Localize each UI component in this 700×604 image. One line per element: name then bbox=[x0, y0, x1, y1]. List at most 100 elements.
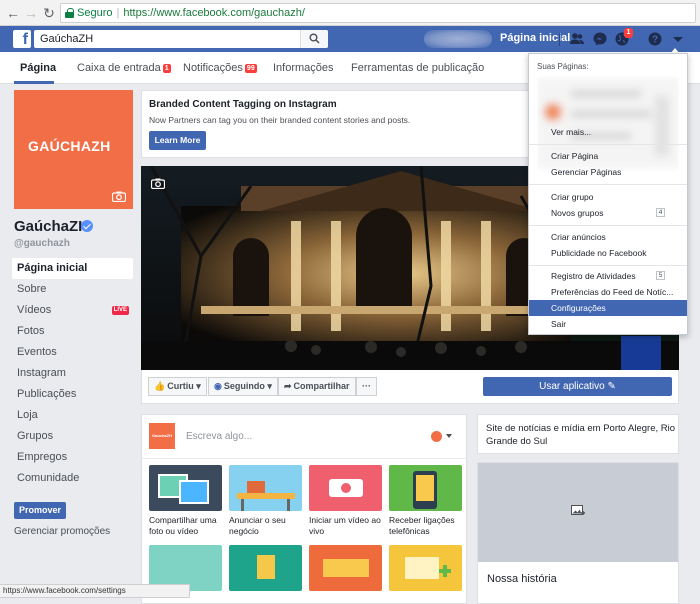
menu-item-advertising[interactable]: Publicidade no Facebook bbox=[529, 245, 687, 261]
facebook-logo-icon[interactable]: f bbox=[13, 30, 31, 48]
menu-item-new-groups[interactable]: Novos grupos 4 bbox=[529, 205, 687, 221]
menu-separator bbox=[529, 265, 687, 266]
photo-video-illustration-icon bbox=[149, 465, 222, 511]
menu-item-see-more[interactable]: Ver mais... bbox=[529, 124, 687, 140]
menu-item-activity-log[interactable]: Registro de Atividades 5 bbox=[529, 268, 687, 284]
left-nav-label: Loja bbox=[17, 409, 38, 421]
pencil-icon: ✎ bbox=[607, 381, 616, 392]
add-photo-icon[interactable] bbox=[571, 505, 585, 517]
live-video-illustration-icon bbox=[309, 465, 382, 511]
menu-item-create-ads[interactable]: Criar anúncios bbox=[529, 229, 687, 245]
url-text: https://www.facebook.com/gauchazh/ bbox=[123, 7, 305, 19]
menu-item-label: Gerenciar Páginas bbox=[551, 167, 622, 177]
left-nav-home[interactable]: Página inicial bbox=[12, 258, 133, 279]
tab-label: Caixa de entrada bbox=[77, 62, 161, 74]
user-profile-link[interactable] bbox=[424, 30, 492, 48]
change-cover-camera-icon[interactable] bbox=[151, 178, 165, 189]
verified-badge-icon bbox=[81, 220, 93, 232]
card-share-photo[interactable]: Compartilhar uma foto ou vídeo bbox=[149, 465, 223, 537]
identity-caret-icon[interactable] bbox=[446, 434, 452, 438]
promote-button[interactable]: Promover bbox=[14, 502, 66, 519]
card-label: Compartilhar uma foto ou vídeo bbox=[149, 515, 217, 536]
card-more-4[interactable] bbox=[389, 545, 463, 591]
left-nav-label: Vídeos bbox=[17, 304, 52, 316]
help-icon[interactable]: ? bbox=[647, 31, 663, 47]
notifications-badge: 99 bbox=[244, 64, 257, 73]
profile-picture[interactable]: GAÚCHAZH bbox=[14, 90, 133, 209]
card-go-live[interactable]: Iniciar um vídeo ao vivo bbox=[309, 465, 383, 537]
page-title[interactable]: GaúchaZH bbox=[14, 218, 89, 235]
tab-page[interactable]: Página bbox=[20, 62, 56, 74]
card-more-3[interactable] bbox=[309, 545, 383, 591]
left-nav-label: Comunidade bbox=[17, 472, 80, 484]
page-handle[interactable]: @gauchazh bbox=[14, 238, 70, 249]
rss-icon: ◉ bbox=[214, 381, 222, 391]
search-input[interactable] bbox=[34, 30, 328, 48]
tab-insights[interactable]: Informações bbox=[273, 62, 334, 74]
forward-icon[interactable]: → bbox=[22, 4, 40, 22]
left-nav-groups[interactable]: Grupos bbox=[12, 426, 133, 447]
card-label: Iniciar um vídeo ao vivo bbox=[309, 515, 381, 536]
card-more-2[interactable] bbox=[229, 545, 303, 591]
back-icon[interactable]: ← bbox=[4, 4, 22, 22]
follow-label: Seguindo bbox=[223, 381, 265, 391]
tab-inbox[interactable]: Caixa de entrada 1 bbox=[77, 62, 171, 74]
like-label: Curtiu bbox=[167, 381, 194, 391]
active-tab-indicator bbox=[14, 81, 54, 84]
left-nav-about[interactable]: Sobre bbox=[12, 279, 133, 300]
tab-publishing-tools[interactable]: Ferramentas de publicação bbox=[351, 62, 484, 74]
left-nav-videos[interactable]: Vídeos LIVE bbox=[12, 300, 133, 321]
menu-item-label: Criar anúncios bbox=[551, 232, 606, 242]
card-phone-calls[interactable]: Receber ligações telefônicas bbox=[389, 465, 463, 537]
manage-promotions-link[interactable]: Gerenciar promoções bbox=[14, 526, 110, 537]
reload-icon[interactable]: ↻ bbox=[40, 4, 58, 22]
browser-status-url: https://www.facebook.com/settings bbox=[0, 584, 190, 598]
thumbs-up-icon: 👍 bbox=[154, 381, 166, 391]
share-button[interactable]: ➦ Compartilhar bbox=[278, 377, 356, 396]
page-action-bar: 👍 Curtiu ▾ ◉ Seguindo ▾ ➦ Compartilhar ··· … bbox=[141, 370, 679, 404]
page-identity-icon[interactable] bbox=[431, 431, 442, 442]
left-nav-jobs[interactable]: Empregos bbox=[12, 447, 133, 468]
use-app-label: Usar aplicativo bbox=[539, 381, 605, 392]
follow-button[interactable]: ◉ Seguindo ▾ bbox=[208, 377, 278, 396]
left-nav-shop[interactable]: Loja bbox=[12, 405, 133, 426]
camera-icon[interactable] bbox=[112, 191, 126, 202]
omnibox-separator: | bbox=[116, 7, 120, 19]
left-nav-events[interactable]: Eventos bbox=[12, 342, 133, 363]
storefront-illustration-icon bbox=[229, 465, 302, 511]
use-app-button[interactable]: Usar aplicativo ✎ bbox=[483, 377, 672, 396]
menu-item-manage-pages[interactable]: Gerenciar Páginas bbox=[529, 164, 687, 180]
tab-label: Informações bbox=[273, 62, 334, 74]
branded-content-banner: Branded Content Tagging on Instagram Now… bbox=[141, 90, 530, 158]
search-button[interactable] bbox=[300, 30, 328, 48]
notification-count-badge: 1 bbox=[624, 28, 633, 38]
like-button[interactable]: 👍 Curtiu ▾ bbox=[148, 377, 207, 396]
menu-item-label: Ver mais... bbox=[551, 127, 592, 137]
left-nav-community[interactable]: Comunidade bbox=[12, 468, 133, 489]
card-advertise[interactable]: Anunciar o seu negócio bbox=[229, 465, 303, 537]
more-options-button[interactable]: ··· bbox=[356, 377, 377, 396]
share-arrow-icon: ➦ bbox=[284, 381, 292, 391]
menu-item-news-feed-preferences[interactable]: Preferências do Feed de Notíc... bbox=[529, 284, 687, 300]
secure-label: Seguro bbox=[77, 7, 113, 19]
account-menu-caret-icon[interactable] bbox=[670, 31, 686, 47]
messenger-icon[interactable] bbox=[592, 31, 608, 47]
menu-item-settings[interactable]: Configurações bbox=[529, 300, 687, 316]
menu-item-log-out[interactable]: Sair bbox=[529, 316, 687, 332]
browser-toolbar: ← → ↻ Seguro | https://www.facebook.com/… bbox=[0, 0, 700, 26]
address-bar[interactable]: Seguro | https://www.facebook.com/gaucha… bbox=[60, 3, 696, 23]
menu-item-create-page[interactable]: Criar Página bbox=[529, 148, 687, 164]
card-label: Receber ligações telefônicas bbox=[389, 515, 455, 536]
left-nav-posts[interactable]: Publicações bbox=[12, 384, 133, 405]
left-nav-photos[interactable]: Fotos bbox=[12, 321, 133, 342]
friend-requests-icon[interactable] bbox=[569, 31, 585, 47]
left-nav-instagram[interactable]: Instagram bbox=[12, 363, 133, 384]
menu-item-label: Configurações bbox=[551, 303, 606, 313]
story-box[interactable]: Nossa história bbox=[477, 462, 679, 604]
tab-notifications[interactable]: Notificações 99 bbox=[183, 62, 257, 74]
brand-logo-text: GAÚCHAZH bbox=[28, 138, 111, 154]
menu-item-create-group[interactable]: Criar grupo bbox=[529, 189, 687, 205]
notes-illustration-icon bbox=[229, 545, 302, 591]
learn-more-button[interactable]: Learn More bbox=[149, 131, 206, 150]
composer-input[interactable]: Escreva algo... bbox=[186, 431, 252, 442]
